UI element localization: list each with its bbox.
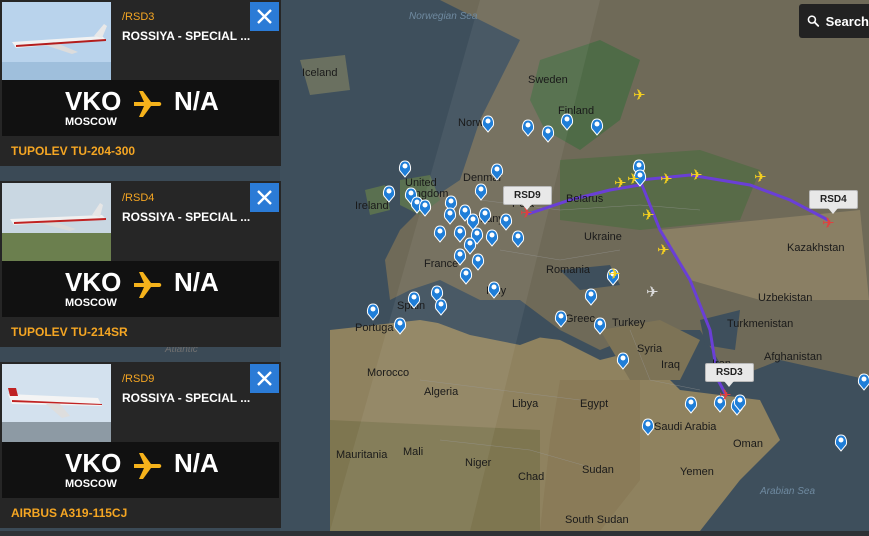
airplane-icon (134, 272, 162, 298)
origin-city: MOSCOW (65, 116, 117, 128)
origin-code: VKO (65, 267, 122, 297)
origin-code: VKO (65, 86, 122, 116)
aircraft-model: AIRBUS A319-115CJ (2, 499, 279, 526)
aircraft-photo (2, 2, 111, 80)
route-info: VKO MOSCOW N/A (2, 261, 279, 317)
route-info: VKO MOSCOW N/A (2, 442, 279, 498)
rsd4-aircraft-icon[interactable]: ✈ (822, 216, 835, 231)
aircraft-icon[interactable]: ✈ (690, 168, 703, 183)
close-button[interactable] (250, 2, 279, 31)
aircraft-icon[interactable]: ✈ (627, 172, 640, 187)
airline-name: ROSSIYA - SPECIAL ... (122, 391, 251, 405)
aircraft-icon[interactable]: ✈ (646, 285, 659, 300)
aircraft-icon[interactable]: ✈ (614, 176, 627, 191)
origin-city: MOSCOW (65, 297, 117, 309)
destination-code: N/A (174, 86, 219, 116)
origin-code: VKO (65, 448, 122, 478)
aircraft-model: TUPOLEV TU-214SR (2, 318, 279, 345)
aircraft-photo (2, 183, 111, 261)
route-info: VKO MOSCOW N/A (2, 80, 279, 136)
aircraft-icon[interactable]: ✈ (754, 170, 767, 185)
aircraft-model-label: TUPOLEV TU-204-300 (11, 144, 136, 158)
destination-code: N/A (174, 448, 219, 478)
aircraft-icon[interactable]: ✈ (633, 88, 646, 103)
airplane-icon (134, 453, 162, 479)
rsd9-map-tag[interactable]: RSD9 (503, 186, 552, 210)
aircraft-photo (2, 364, 111, 442)
rsd3-map-tag[interactable]: RSD3 (705, 363, 754, 387)
close-icon (257, 190, 272, 205)
flight-callsign: /RSD9 (122, 373, 155, 385)
airline-name: ROSSIYA - SPECIAL ... (122, 210, 251, 224)
close-icon (257, 371, 272, 386)
flight-card[interactable]: /RSD3 ROSSIYA - SPECIAL ... VKO MOSCOW N… (0, 0, 281, 166)
airplane-icon (134, 91, 162, 117)
aircraft-icon[interactable]: ✈ (642, 208, 655, 223)
flight-card[interactable]: /RSD9 ROSSIYA - SPECIAL ... VKO MOSCOW N… (0, 362, 281, 528)
aircraft-icon[interactable]: ✈ (608, 267, 621, 282)
origin-city: MOSCOW (65, 478, 117, 490)
search-button[interactable]: Search (799, 4, 869, 38)
aircraft-icon[interactable]: ✈ (660, 172, 673, 187)
close-icon (257, 9, 272, 24)
rsd3-aircraft-icon[interactable]: ✈ (719, 388, 732, 403)
flight-card[interactable]: /RSD4 ROSSIYA - SPECIAL ... VKO MOSCOW N… (0, 181, 281, 347)
rsd4-map-tag[interactable]: RSD4 (809, 190, 858, 214)
flight-callsign: /RSD4 (122, 192, 155, 204)
destination-code: N/A (174, 267, 219, 297)
close-button[interactable] (250, 183, 279, 212)
search-label: Search (825, 13, 869, 29)
close-button[interactable] (250, 364, 279, 393)
flight-callsign: /RSD3 (122, 11, 155, 23)
airline-name: ROSSIYA - SPECIAL ... (122, 29, 251, 43)
flight-panels: /RSD3 ROSSIYA - SPECIAL ... VKO MOSCOW N… (0, 0, 281, 531)
aircraft-model-label: TUPOLEV TU-214SR (11, 325, 128, 339)
aircraft-model: TUPOLEV TU-204-300 (2, 137, 279, 164)
aircraft-icon[interactable]: ✈ (657, 243, 670, 258)
aircraft-model-label: AIRBUS A319-115CJ (11, 506, 128, 520)
search-icon (807, 15, 820, 27)
